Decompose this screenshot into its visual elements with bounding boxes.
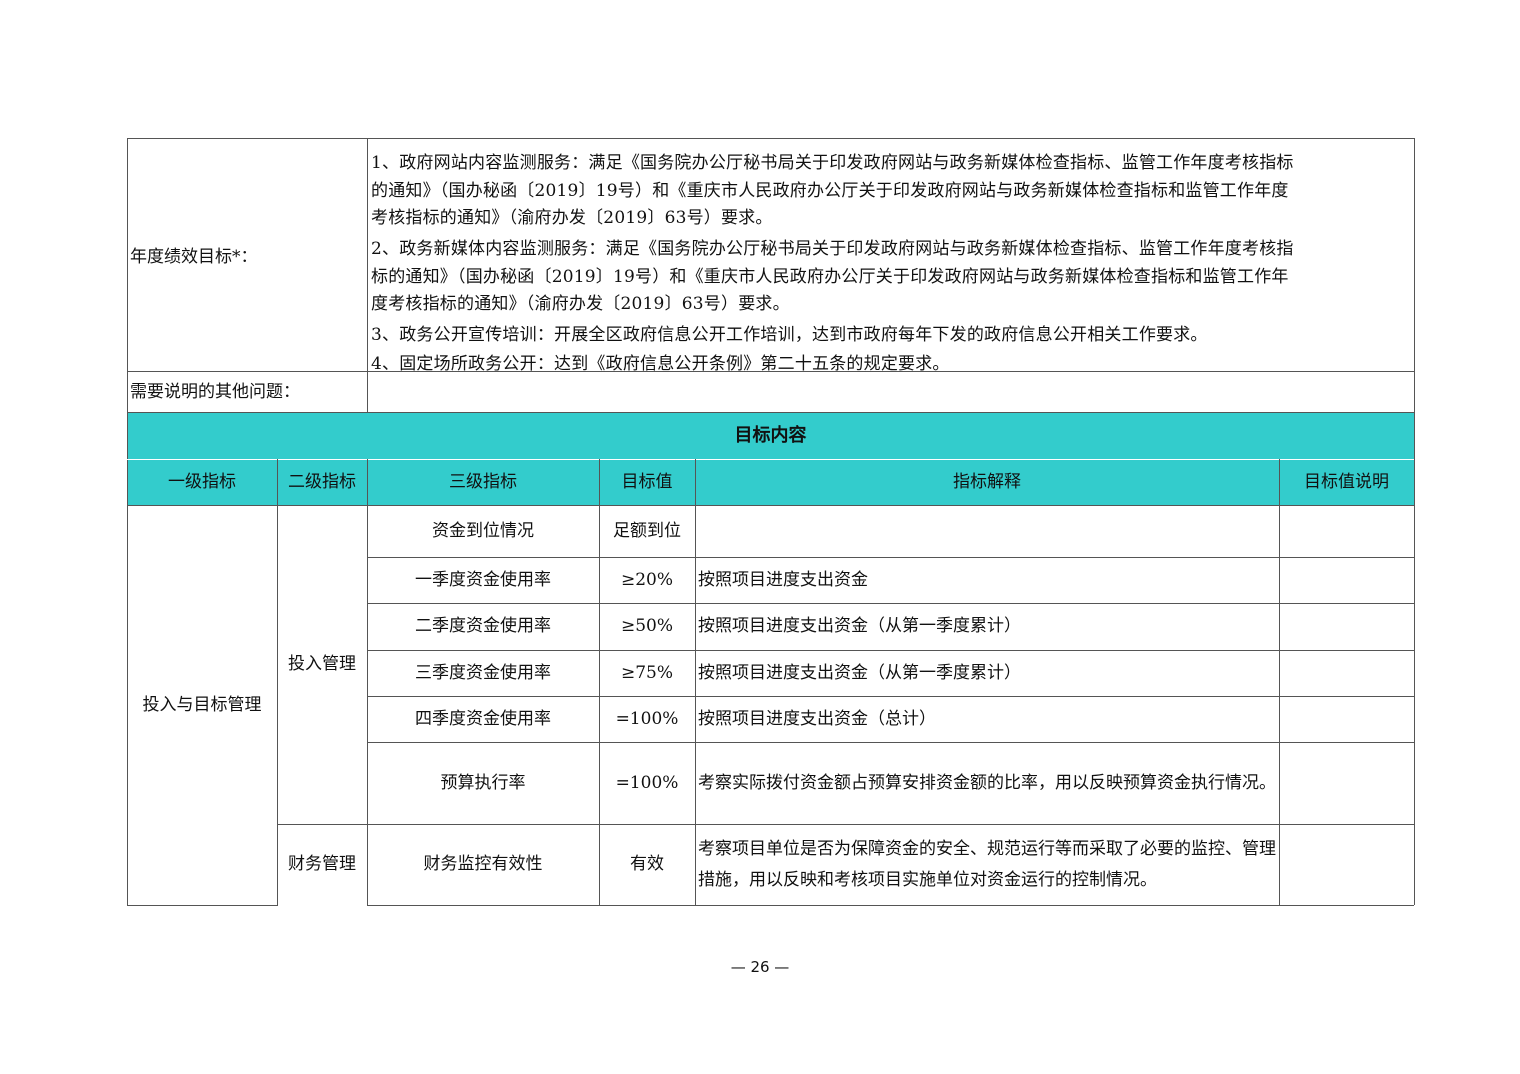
section-title: 目标内容 xyxy=(734,424,807,446)
annual-goal-label: 年度绩效目标*： xyxy=(130,246,258,267)
target-cell: ≥50% xyxy=(620,616,674,636)
level2-cell-input-management: 投入管理 xyxy=(288,654,356,674)
target-cell: =100% xyxy=(615,772,679,793)
page-number: — 26 — xyxy=(730,958,790,976)
target-cell: 足额到位 xyxy=(613,520,681,541)
column-header-level3: 三级指标 xyxy=(449,471,517,492)
note-cell xyxy=(1279,557,1414,603)
explanation-cell: 按照项目进度支出资金 xyxy=(698,569,868,590)
level3-cell: 财务监控有效性 xyxy=(423,854,543,874)
explanation-cell: 考察项目单位是否为保障资金的安全、规范运行等而采取了必要的监控、管理措施，用以反… xyxy=(695,824,1279,905)
note-cell xyxy=(1279,505,1414,557)
target-cell: ≥75% xyxy=(620,662,674,683)
goal-line: 1、政府网站内容监测服务：满足《国务院办公厅秘书局关于印发政府网站与政务新媒体检… xyxy=(371,153,1294,173)
note-cell xyxy=(1279,603,1414,650)
level3-cell: 三季度资金使用率 xyxy=(415,662,551,683)
explanation-text: 考察实际拨付资金额占预算安排资金额的比率，用以反映预算资金执行情况。 xyxy=(698,772,1276,793)
column-header-target: 目标值 xyxy=(621,471,673,492)
explanation-text: 考察项目单位是否为保障资金的安全、规范运行等而采取了必要的监控、管理措施，用以反… xyxy=(698,838,1276,890)
level3-cell: 预算执行率 xyxy=(440,772,526,793)
target-cell: ≥20% xyxy=(620,569,674,590)
note-cell xyxy=(1279,824,1414,905)
column-header-level2: 二级指标 xyxy=(288,471,356,492)
target-cell: 有效 xyxy=(630,854,664,874)
other-issues-label: 需要说明的其他问题： xyxy=(130,381,300,402)
explanation-cell: 按照项目进度支出资金（从第一季度累计） xyxy=(698,616,1021,636)
goal-line: 度考核指标的通知》（渝府办发〔2019〕63号）要求。 xyxy=(371,294,790,314)
level3-cell: 二季度资金使用率 xyxy=(415,616,551,636)
goal-line: 3、政务公开宣传培训：开展全区政府信息公开工作培训，达到市政府每年下发的政府信息… xyxy=(371,325,1208,345)
goal-line: 标的通知》（国办秘函〔2019〕19号）和《重庆市人民政府办公厅关于印发政府网站… xyxy=(371,267,1289,287)
note-cell xyxy=(1279,742,1414,824)
note-cell xyxy=(1279,696,1414,742)
level3-cell: 四季度资金使用率 xyxy=(415,708,551,729)
goal-line: 4、固定场所政务公开：达到《政府信息公开条例》第二十五条的规定要求。 xyxy=(371,354,950,374)
level3-cell: 一季度资金使用率 xyxy=(415,569,551,590)
goal-line: 2、政务新媒体内容监测服务：满足《国务院办公厅秘书局关于印发政府网站与政务新媒体… xyxy=(371,239,1294,259)
target-cell: =100% xyxy=(615,708,679,729)
column-header-explanation: 指标解释 xyxy=(953,471,1021,492)
explanation-cell xyxy=(695,505,1279,557)
goal-line: 的通知》（国办秘函〔2019〕19号）和《重庆市人民政府办公厅关于印发政府网站与… xyxy=(371,181,1289,201)
note-cell xyxy=(1279,650,1414,696)
level1-cell: 投入与目标管理 xyxy=(142,694,262,715)
explanation-cell: 考察实际拨付资金额占预算安排资金额的比率，用以反映预算资金执行情况。 xyxy=(695,742,1279,824)
column-header-level1: 一级指标 xyxy=(168,471,236,492)
column-header-target-note: 目标值说明 xyxy=(1304,471,1389,492)
level2-cell-finance-management: 财务管理 xyxy=(288,854,356,874)
explanation-cell: 按照项目进度支出资金（总计） xyxy=(698,708,936,729)
goal-line: 考核指标的通知》（渝府办发〔2019〕63号）要求。 xyxy=(371,208,773,228)
level3-cell: 资金到位情况 xyxy=(432,520,534,541)
explanation-cell: 按照项目进度支出资金（从第一季度累计） xyxy=(698,662,1021,683)
